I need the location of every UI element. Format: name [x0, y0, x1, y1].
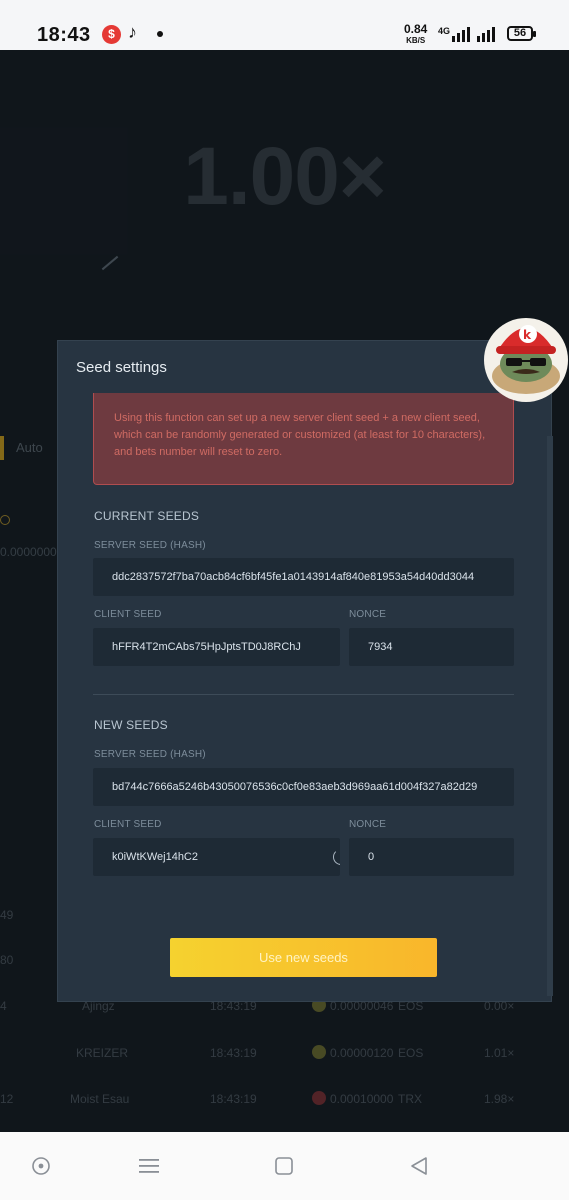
section-divider — [93, 694, 514, 695]
signal-icon-2 — [477, 26, 495, 42]
current-nonce-field[interactable]: 7934 — [349, 628, 514, 666]
new-client-seed-field[interactable]: k0iWtKWej14hC2 — [93, 838, 340, 876]
new-nonce-label: NONCE — [349, 819, 387, 830]
notification-app-icon: $ — [102, 25, 121, 44]
new-client-seed-label: CLIENT SEED — [94, 819, 162, 830]
current-server-seed-label: SERVER SEED (HASH) — [94, 540, 206, 551]
back-icon[interactable] — [409, 1156, 429, 1176]
current-nonce-label: NONCE — [349, 609, 387, 620]
tiktok-icon: ♪ — [128, 22, 137, 42]
status-bar: 18:43 $ ♪ 0.84 KB/S 4G 56 — [0, 0, 569, 50]
network-type: 4G — [438, 26, 451, 36]
battery-icon: 56 — [507, 26, 536, 41]
speed-unit: KB/S — [406, 36, 426, 45]
status-time: 18:43 — [37, 24, 91, 46]
assistant-icon[interactable] — [31, 1156, 51, 1176]
current-seeds-title: CURRENT SEEDS — [94, 509, 200, 523]
scrollbar[interactable] — [547, 436, 553, 996]
current-server-seed-field[interactable]: ddc2837572f7ba70acb84cf6bf45fe1a0143914a… — [93, 558, 514, 596]
warning-notice: Using this function can set up a new ser… — [93, 393, 514, 485]
system-nav-bar — [0, 1132, 569, 1200]
current-client-seed-field[interactable]: hFFR4T2mCAbs75HpJptsTD0J8RChJ — [93, 628, 340, 666]
menu-icon[interactable] — [138, 1156, 160, 1176]
mascot-avatar[interactable]: k — [482, 306, 569, 406]
speed-value: 0.84 — [404, 22, 428, 36]
refresh-icon[interactable] — [333, 849, 340, 865]
use-new-seeds-button[interactable]: Use new seeds — [170, 938, 437, 977]
home-icon[interactable] — [274, 1156, 294, 1176]
new-client-seed-value: k0iWtKWej14hC2 — [112, 851, 198, 863]
new-server-seed-label: SERVER SEED (HASH) — [94, 749, 206, 760]
current-client-seed-label: CLIENT SEED — [94, 609, 162, 620]
new-seeds-title: NEW SEEDS — [94, 718, 168, 732]
new-server-seed-field[interactable]: bd744c7666a5246b43050076536c0cf0e83aeb3d… — [93, 768, 514, 806]
svg-text:k: k — [523, 328, 532, 342]
signal-icon — [452, 26, 470, 42]
modal-title: Seed settings — [76, 359, 167, 376]
more-notifications-icon — [157, 31, 163, 37]
new-nonce-field[interactable]: 0 — [349, 838, 514, 876]
network-speed: 0.84 KB/S — [404, 22, 428, 46]
seed-settings-modal: Seed settings Using this function can se… — [57, 340, 553, 1002]
